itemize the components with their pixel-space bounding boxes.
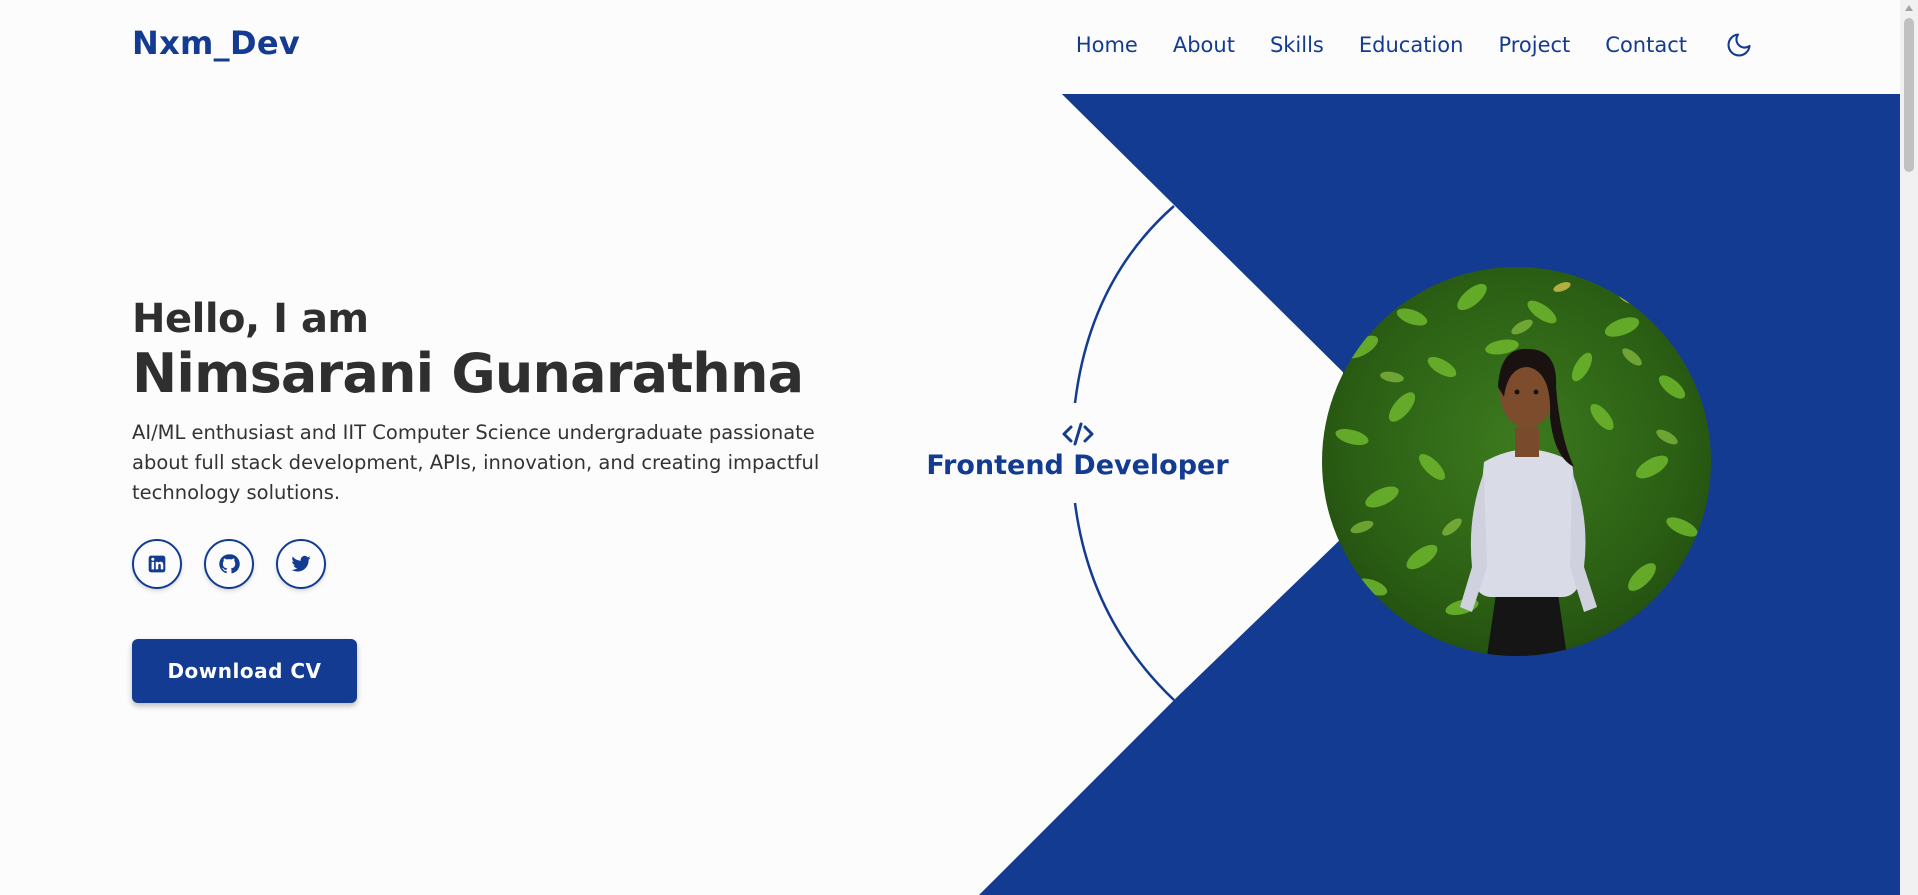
nav-about[interactable]: About <box>1173 33 1235 57</box>
nav-project[interactable]: Project <box>1498 33 1570 57</box>
site-header: Nxm_Dev Home About Skills Education Proj… <box>0 0 1900 94</box>
scrollbar-thumb[interactable] <box>1904 18 1914 172</box>
scroll-up-arrow-icon[interactable] <box>1900 0 1918 16</box>
role-title: Frontend Developer <box>926 450 1229 481</box>
nav-contact[interactable]: Contact <box>1605 33 1687 57</box>
theme-toggle-button[interactable] <box>1724 30 1754 60</box>
nav-education[interactable]: Education <box>1359 33 1464 57</box>
code-icon <box>1062 422 1093 446</box>
vertical-scrollbar[interactable] <box>1900 0 1918 895</box>
main-nav: Home About Skills Education Project Cont… <box>1076 30 1754 60</box>
nav-home[interactable]: Home <box>1076 33 1138 57</box>
page: Nxm_Dev Home About Skills Education Proj… <box>0 0 1900 895</box>
role-badge: Frontend Developer <box>925 420 1230 481</box>
profile-photo <box>1322 267 1711 656</box>
moon-icon <box>1727 33 1751 57</box>
site-logo[interactable]: Nxm_Dev <box>132 24 300 62</box>
nav-skills[interactable]: Skills <box>1270 33 1324 57</box>
profile-photo-illustration <box>1322 267 1711 656</box>
